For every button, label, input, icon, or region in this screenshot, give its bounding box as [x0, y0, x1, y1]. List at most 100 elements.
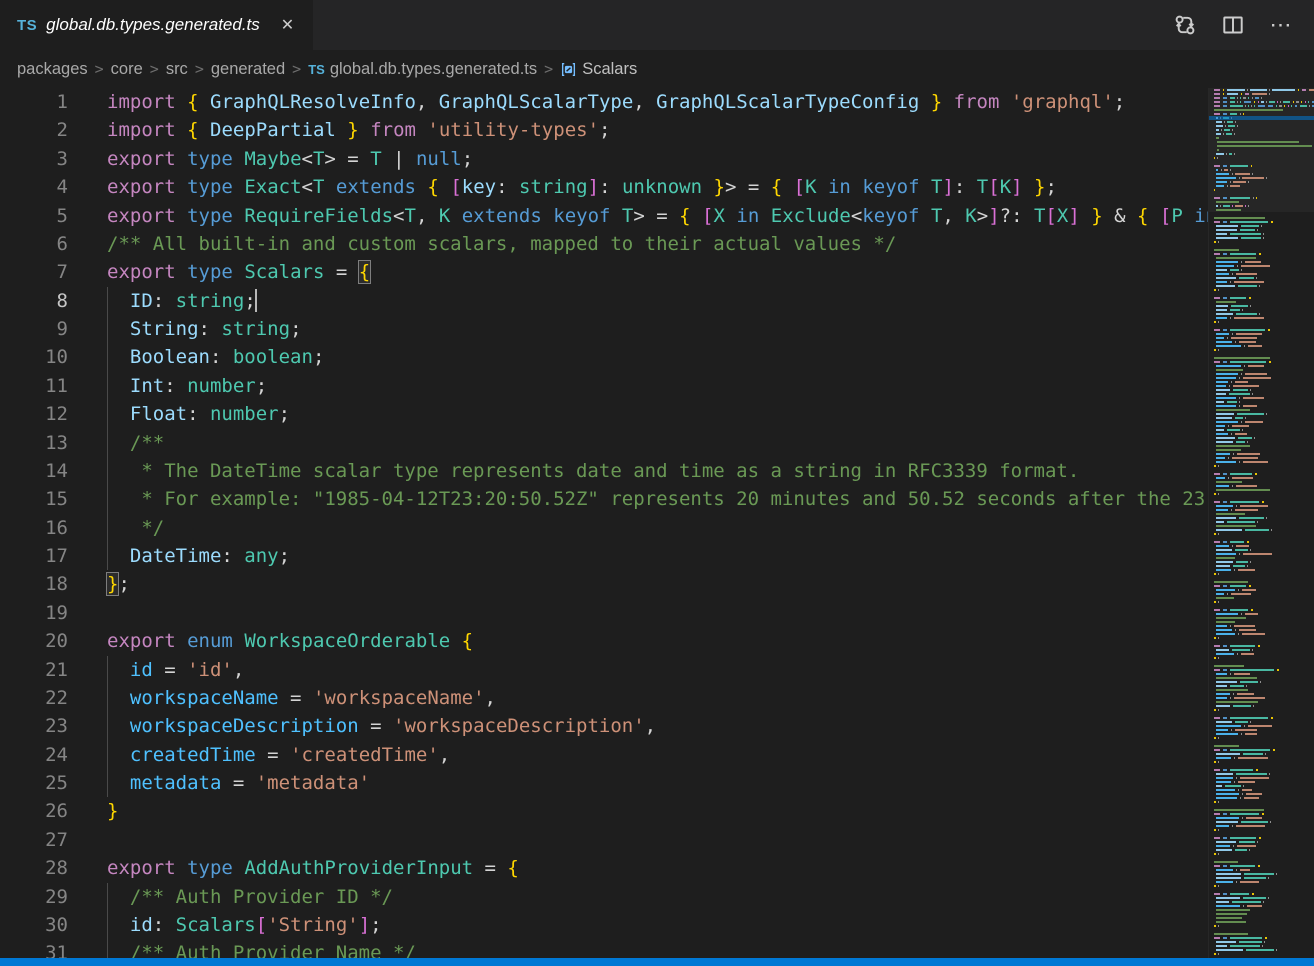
breadcrumb-separator-icon: > — [292, 60, 301, 78]
code-line: 25 metadata = 'metadata' — [0, 769, 1208, 797]
code-text: workspaceName = 'workspaceName', — [107, 684, 496, 712]
line-number: 17 — [0, 542, 68, 570]
code-line: 10 Boolean: boolean; — [0, 343, 1208, 371]
line-number: 3 — [0, 145, 68, 173]
code-line: 20 export enum WorkspaceOrderable { — [0, 627, 1208, 655]
line-number: 28 — [0, 854, 68, 882]
code-line: 12 Float: number; — [0, 400, 1208, 428]
code-text: String: string; — [107, 315, 302, 343]
breadcrumb-item-generated[interactable]: generated — [211, 60, 285, 79]
code-text: id: Scalars['String']; — [107, 911, 382, 939]
code-line: 27 — [0, 826, 1208, 854]
line-number: 12 — [0, 400, 68, 428]
breadcrumb-item-file[interactable]: TSglobal.db.types.generated.ts — [308, 60, 537, 79]
code-line: 13 /** — [0, 429, 1208, 457]
code-editor[interactable]: 1import { GraphQLResolveInfo, GraphQLSca… — [0, 88, 1208, 958]
code-line: 28 export type AddAuthProviderInput = { — [0, 854, 1208, 882]
code-text: export type Maybe<T> = T | null; — [107, 145, 473, 173]
line-number: 23 — [0, 712, 68, 740]
line-number: 18 — [0, 570, 68, 598]
line-number: 15 — [0, 485, 68, 513]
close-tab-icon[interactable]: ✕ — [277, 13, 298, 37]
line-number: 2 — [0, 116, 68, 144]
code-line: 16 */ — [0, 514, 1208, 542]
breadcrumb-symbol-label: Scalars — [582, 60, 637, 79]
code-line: 17 DateTime: any; — [0, 542, 1208, 570]
line-number: 6 — [0, 230, 68, 258]
code-line: 18}; — [0, 570, 1208, 598]
code-line: 30 id: Scalars['String']; — [0, 911, 1208, 939]
line-number: 9 — [0, 315, 68, 343]
minimap-content — [1214, 89, 1314, 957]
line-number: 25 — [0, 769, 68, 797]
code-line: 7 export type Scalars = { — [0, 258, 1208, 286]
line-number: 4 — [0, 173, 68, 201]
code-text: Float: number; — [107, 400, 290, 428]
code-text: export type RequireFields<T, K extends k… — [107, 202, 1208, 230]
code-text: ID: string; — [107, 287, 257, 315]
line-number: 21 — [0, 656, 68, 684]
code-text: export type Scalars = { — [107, 258, 370, 286]
line-number: 27 — [0, 826, 68, 854]
minimap[interactable] — [1208, 88, 1314, 958]
tab-bar: TS global.db.types.generated.ts ✕ ⋯ — [0, 0, 1314, 50]
open-changes-icon[interactable] — [1168, 8, 1202, 42]
code-line: 3 export type Maybe<T> = T | null; — [0, 145, 1208, 173]
breadcrumb-separator-icon: > — [195, 60, 204, 78]
line-number: 30 — [0, 911, 68, 939]
code-line: 5export type RequireFields<T, K extends … — [0, 202, 1208, 230]
tab-global-db-types-generated-ts[interactable]: TS global.db.types.generated.ts ✕ — [0, 0, 313, 50]
breadcrumb-file-label: global.db.types.generated.ts — [330, 60, 537, 79]
line-number: 20 — [0, 627, 68, 655]
line-number: 10 — [0, 343, 68, 371]
code-line: 8 ID: string; — [0, 287, 1208, 315]
editor-lines: 1import { GraphQLResolveInfo, GraphQLSca… — [0, 88, 1208, 958]
symbol-type-icon — [560, 61, 577, 78]
code-line: 14 * The DateTime scalar type represents… — [0, 457, 1208, 485]
code-text: DateTime: any; — [107, 542, 290, 570]
code-text: Boolean: boolean; — [107, 343, 324, 371]
code-text: workspaceDescription = 'workspaceDescrip… — [107, 712, 656, 740]
breadcrumb-separator-icon: > — [544, 60, 553, 78]
code-text: metadata = 'metadata' — [107, 769, 370, 797]
breadcrumb-separator-icon: > — [95, 60, 104, 78]
breadcrumb: packages > core > src > generated > TSglobal.db.… — [0, 50, 1314, 88]
breadcrumb-item-core[interactable]: core — [111, 60, 143, 79]
code-line: 2import { DeepPartial } from 'utility-ty… — [0, 116, 1208, 144]
code-line: 15 * For example: "1985-04-12T23:20:50.5… — [0, 485, 1208, 513]
line-number: 31 — [0, 939, 68, 958]
code-line: 6 /** All built-in and custom scalars, ma… — [0, 230, 1208, 258]
code-line: 11 Int: number; — [0, 372, 1208, 400]
status-bar — [0, 958, 1314, 966]
line-number: 7 — [0, 258, 68, 286]
code-text: /** All built-in and custom scalars, map… — [107, 230, 896, 258]
line-number: 26 — [0, 797, 68, 825]
code-line: 19 — [0, 599, 1208, 627]
code-line: 1import { GraphQLResolveInfo, GraphQLSca… — [0, 88, 1208, 116]
text-cursor — [255, 289, 257, 312]
code-text: id = 'id', — [107, 656, 244, 684]
line-number: 1 — [0, 88, 68, 116]
breadcrumb-item-src[interactable]: src — [166, 60, 188, 79]
line-number: 29 — [0, 883, 68, 911]
code-line: 4export type Exact<T extends { [key: str… — [0, 173, 1208, 201]
code-text: createdTime = 'createdTime', — [107, 741, 450, 769]
code-text: /** Auth Provider ID */ — [107, 883, 393, 911]
code-line: 26} — [0, 797, 1208, 825]
split-editor-icon[interactable] — [1216, 8, 1250, 42]
code-text: export enum WorkspaceOrderable { — [107, 627, 473, 655]
code-text: export type AddAuthProviderInput = { — [107, 854, 519, 882]
line-number: 24 — [0, 741, 68, 769]
code-text: } — [107, 797, 118, 825]
line-number: 14 — [0, 457, 68, 485]
code-line: 9 String: string; — [0, 315, 1208, 343]
breadcrumb-separator-icon: > — [150, 60, 159, 78]
code-line: 29 /** Auth Provider ID */ — [0, 883, 1208, 911]
more-actions-icon[interactable]: ⋯ — [1264, 8, 1298, 42]
code-line: 22 workspaceName = 'workspaceName', — [0, 684, 1208, 712]
minimap-current-line — [1209, 116, 1314, 120]
line-number: 22 — [0, 684, 68, 712]
tab-title: global.db.types.generated.ts — [46, 15, 260, 35]
breadcrumb-item-packages[interactable]: packages — [17, 60, 88, 79]
breadcrumb-item-symbol[interactable]: Scalars — [560, 60, 637, 79]
